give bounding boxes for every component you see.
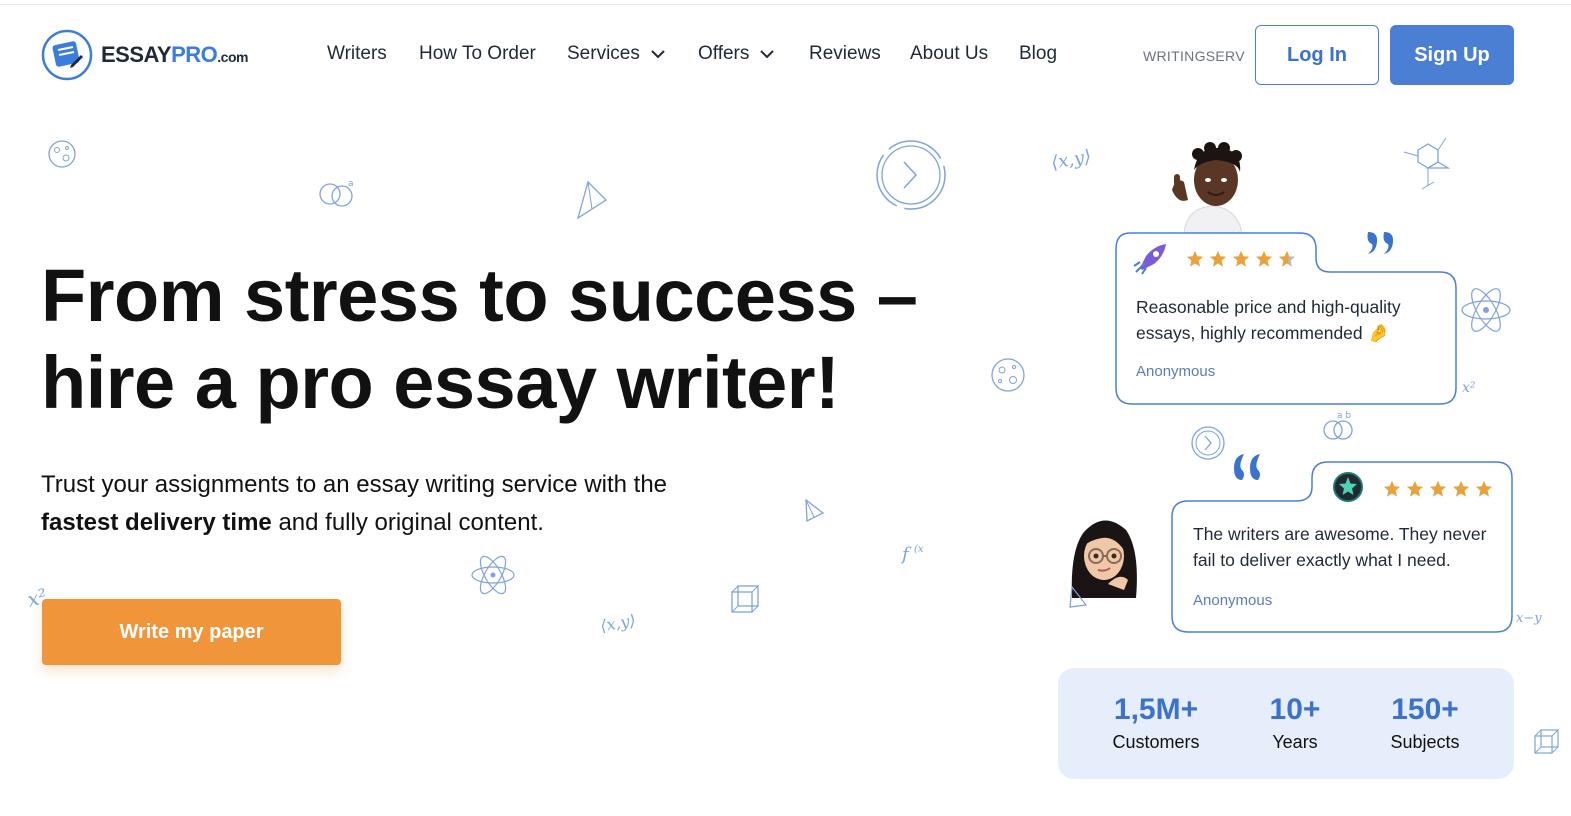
circle-arrow-doodle-icon [1189,424,1227,462]
hero-title-line2: hire a pro essay writer! [41,341,840,424]
stat-value: 10+ [1269,693,1321,726]
review-author: Anonymous [1193,592,1273,609]
star-icon [1186,250,1204,267]
partner-code: WRITINGSERV [1143,48,1245,64]
planet-doodle-icon [989,356,1027,394]
quote-close-icon [1364,228,1400,258]
x-squared-doodle-icon: x² [24,576,54,608]
venn-doodle-icon: a [316,176,360,212]
star-rating [1383,480,1493,498]
function-doodle-icon: f (x [900,538,930,566]
x-squared-doodle-icon: x² [1460,374,1484,396]
svg-text:⟨x,y⟩: ⟨x,y⟩ [599,611,637,636]
stat-label: Subjects [1390,732,1460,752]
star-icon [1383,480,1401,497]
signup-button[interactable]: Sign Up [1390,25,1514,85]
stat-label: Years [1272,732,1318,752]
logo-icon [41,29,93,81]
review-text: Reasonable price and high-quality essays… [1136,297,1401,343]
star-icon [1452,480,1470,497]
cube-doodle-icon [1532,726,1562,760]
stat-value: 1,5M+ [1113,693,1199,726]
atom-doodle-icon [468,550,518,600]
atom-doodle-icon [1458,282,1514,338]
svg-text:f: f [900,544,912,565]
svg-text:x²: x² [25,584,50,608]
hero-subtitle-end: and fully original content. [278,509,544,536]
star-icon [1209,250,1227,267]
star-rating [1186,250,1296,268]
star-half-icon [1278,250,1296,267]
nav-services[interactable]: Services [567,40,698,68]
chevron-down-icon [651,50,665,59]
svg-text:(x: (x [914,544,924,555]
star-icon [1429,480,1447,497]
hero-subtitle: Trust your assignments to an essay writi… [41,466,761,542]
top-divider [0,4,1571,5]
nav-about-us[interactable]: About Us [910,40,1019,68]
stat-customers: 1,5M+ Customers [1098,692,1214,753]
star-icon [1255,250,1273,267]
hero-subtitle-text: Trust your assignments to an essay writi… [41,471,668,498]
triangle-doodle-icon [1068,585,1090,609]
svg-text:a: a [348,179,354,189]
circle-arrow-doodle-icon [872,136,950,214]
review-text: The writers are awesome. They never fail… [1193,524,1487,570]
chevron-down-icon [760,50,775,59]
triangle-doodle-icon [574,180,610,222]
review-author: Anonymous [1136,363,1216,380]
star-icon [1406,480,1424,497]
main-nav: Writers How To Order Services Offers Rev… [327,40,1079,68]
write-my-paper-button[interactable]: Write my paper [42,599,341,665]
xy-pair-doodle-icon: ⟨x,y⟩ [1049,143,1099,175]
hero-title-line1: From stress to success – [41,254,918,337]
svg-text:x−y: x−y [1516,611,1542,626]
review-card: Reasonable price and high-quality essays… [1114,232,1458,406]
review-card: The writers are awesome. They never fail… [1170,461,1514,634]
cube-doodle-icon [726,580,764,618]
star-badge-icon [1333,472,1363,502]
xy-doodle-icon: x−y [1514,604,1550,628]
nav-writers[interactable]: Writers [327,40,419,68]
svg-text:⟨x,y⟩: ⟨x,y⟩ [1050,146,1093,174]
molecule-doodle-icon [1398,134,1454,194]
nav-reviews[interactable]: Reviews [809,40,910,68]
rocket-icon [1133,244,1166,275]
star-icon [1232,250,1250,267]
stat-label: Customers [1112,732,1200,752]
nav-how-to-order[interactable]: How To Order [419,40,567,68]
triangle-doodle-icon [801,497,827,525]
hero-subtitle-bold: fastest delivery time [41,509,272,536]
planet-doodle-icon [46,138,78,170]
svg-text:a b: a b [1337,411,1351,421]
reviewer-avatar-male [1166,140,1258,234]
svg-text:x²: x² [1462,380,1476,396]
nav-offers[interactable]: Offers [698,40,809,68]
essaypro-logo[interactable]: ESSAYPRO.com [41,29,248,81]
nav-blog[interactable]: Blog [1019,40,1079,68]
venn-doodle-icon: a b [1321,410,1361,444]
logo-wordmark: ESSAYPRO.com [101,42,248,67]
stat-subjects: 150+ Subjects [1376,692,1474,753]
login-button[interactable]: Log In [1255,25,1379,85]
hero-title: From stress to success – hire a pro essa… [41,252,941,426]
stats-panel: 1,5M+ Customers 10+ Years 150+ Subjects [1058,668,1514,779]
xy-pair-doodle-icon: ⟨x,y⟩ [598,606,644,638]
star-icon [1475,480,1493,497]
stat-value: 150+ [1391,693,1459,726]
stat-years: 10+ Years [1250,692,1340,753]
